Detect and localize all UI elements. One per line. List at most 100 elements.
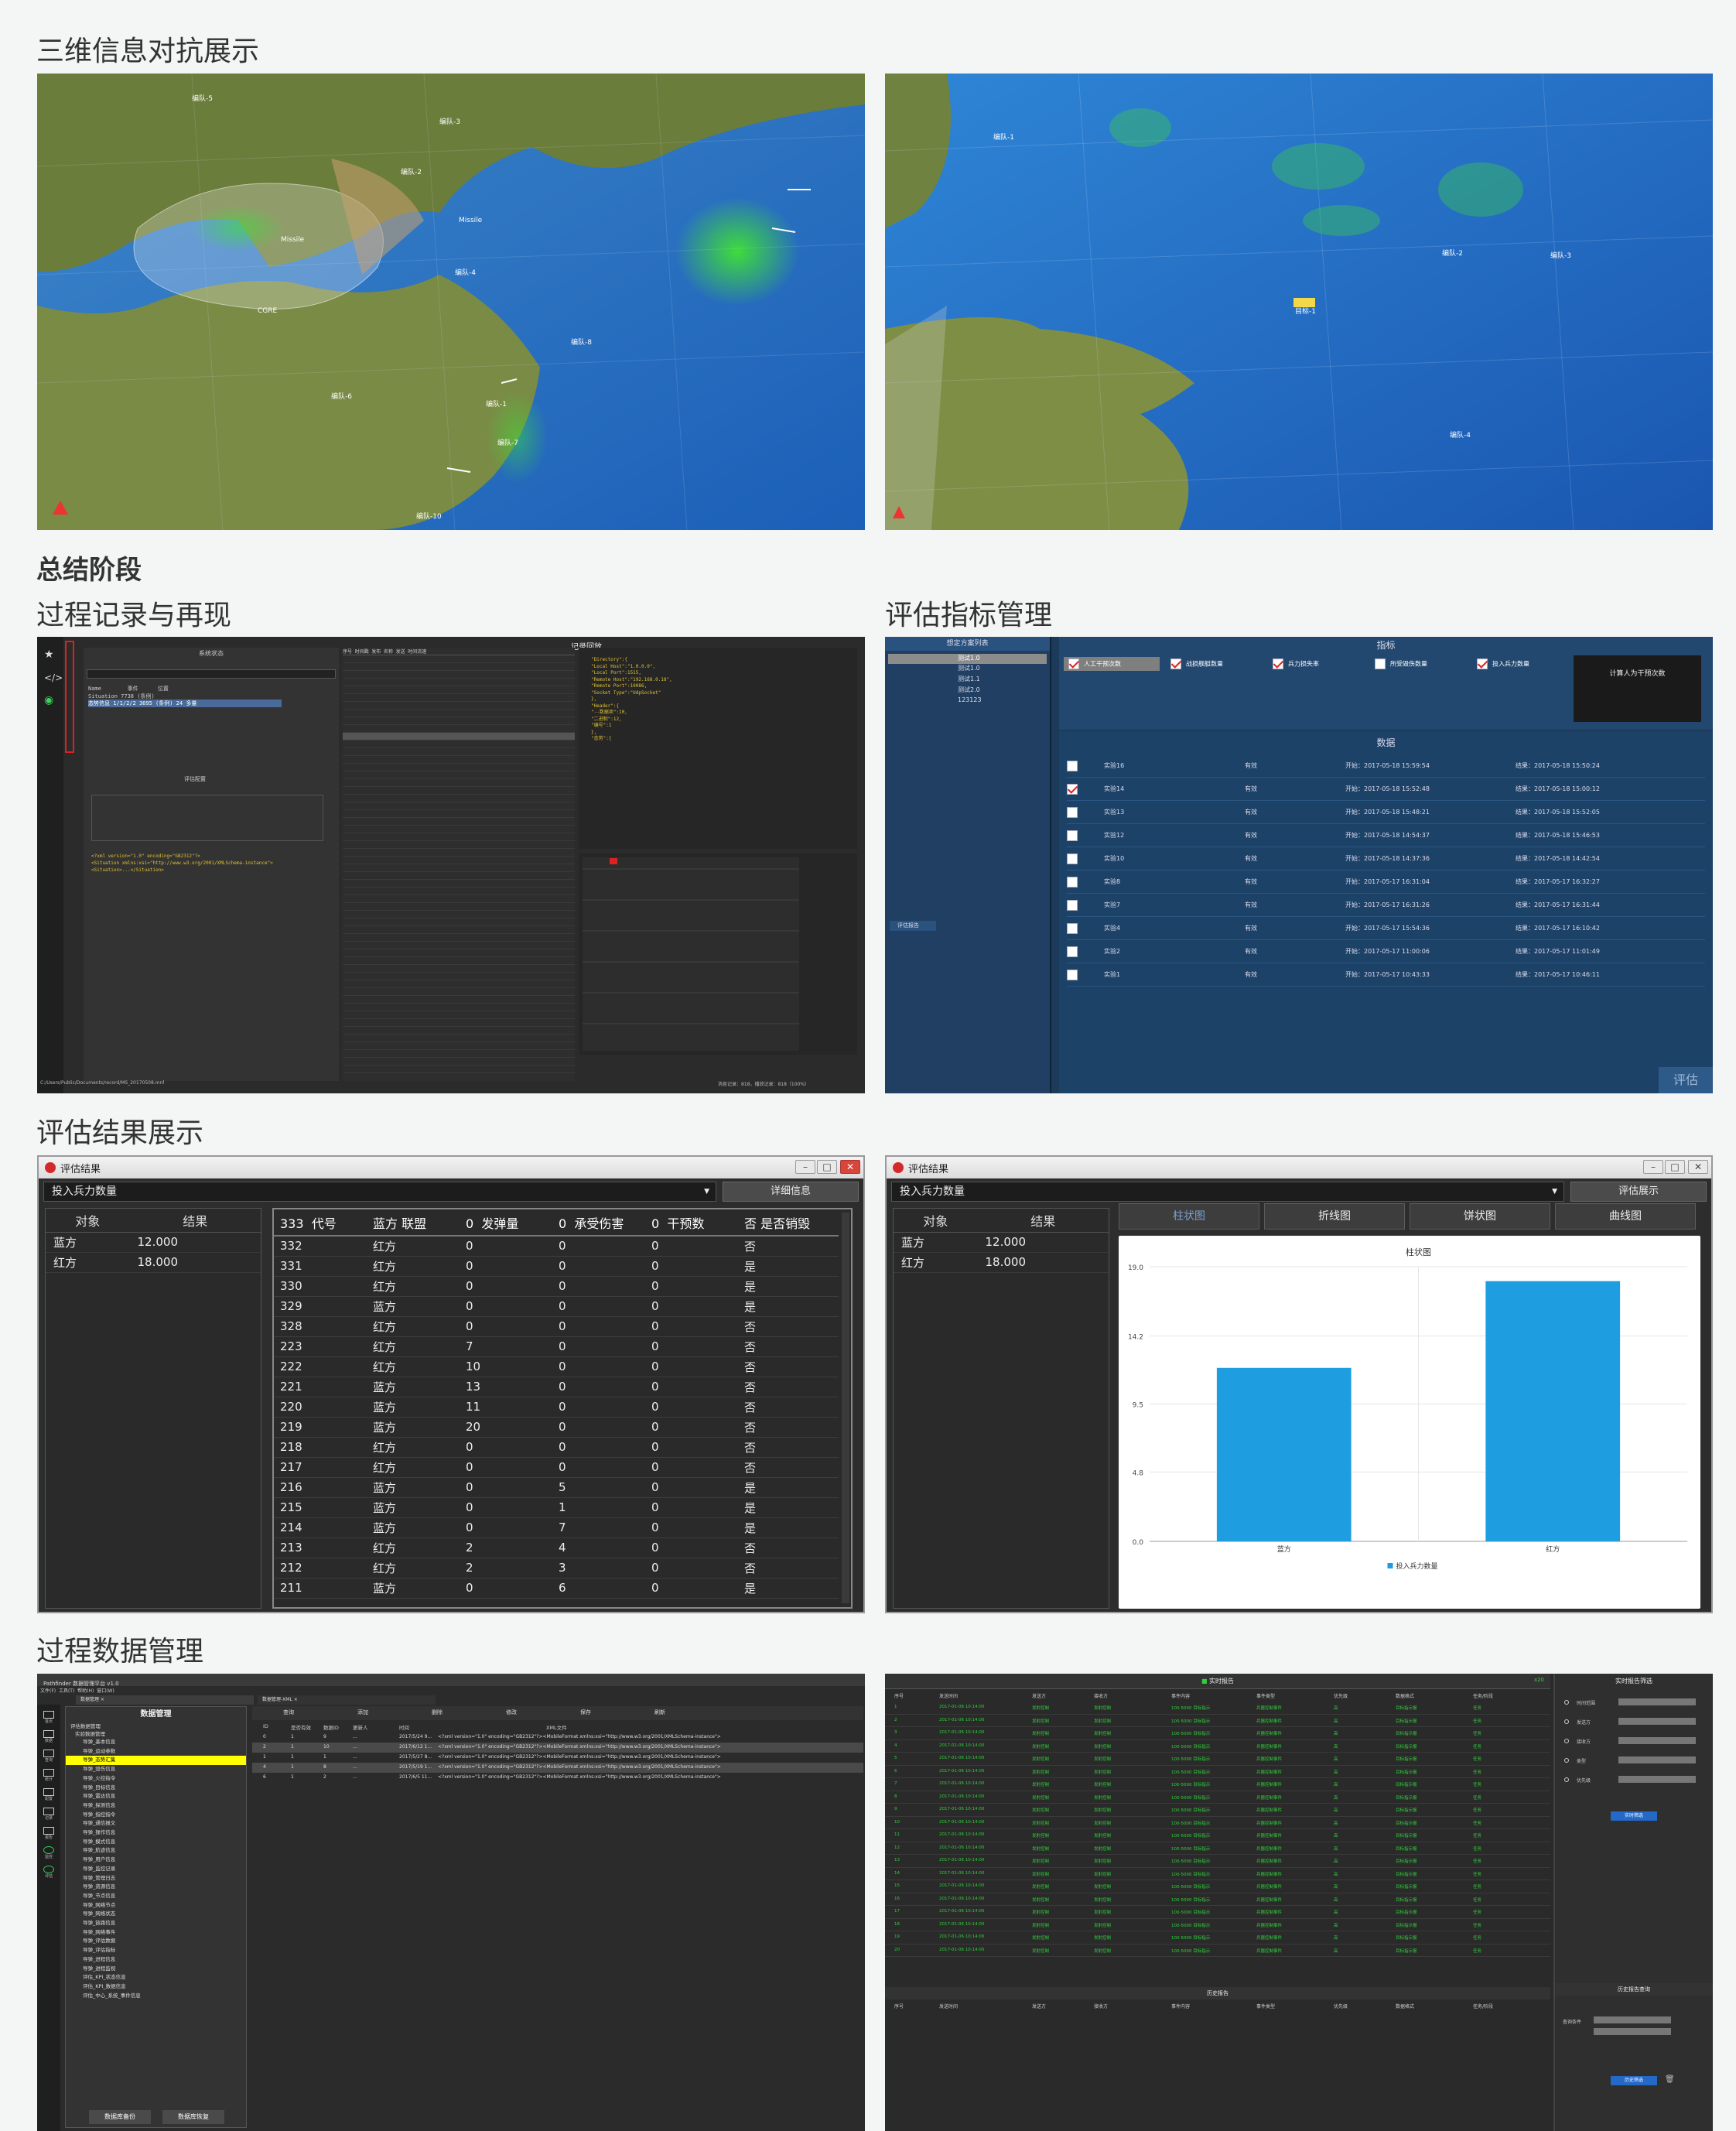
record-row[interactable] <box>343 895 575 903</box>
report-row[interactable]: 10 2017-01-06 10:14:00 发射控制 发射控制 100-5000 目标… <box>885 1817 1550 1829</box>
checkbox[interactable] <box>1170 658 1181 669</box>
experiment-row[interactable]: 实验16 有效 开始：2017-05-18 15:59:54 结果：2017-05-1… <box>1067 754 1705 778</box>
checkbox[interactable] <box>1067 761 1078 771</box>
tab-data-xml[interactable]: 数据管理-XML × <box>258 1695 436 1705</box>
record-row[interactable] <box>343 694 575 702</box>
scheme-item[interactable]: 测试1.1 <box>885 675 1050 686</box>
tree-item[interactable]: 评估_KPI_状态信息 <box>66 1973 246 1982</box>
realtime-filter-button[interactable]: 实时筛选 <box>1611 1811 1657 1821</box>
report-row[interactable]: 16 2017-01-06 10:14:00 发射控制 发射控制 100-5000 目标… <box>885 1893 1550 1906</box>
radio-icon[interactable] <box>1564 1700 1569 1705</box>
table-row[interactable]: 328 红方 0 0 0 否 <box>274 1316 839 1337</box>
toolbar-button[interactable]: 保存 <box>580 1709 591 1716</box>
tree-item[interactable]: 评估_KPI_数据信息 <box>66 1982 246 1992</box>
record-row[interactable] <box>343 741 575 748</box>
maximize-button[interactable]: □ <box>1665 1160 1685 1174</box>
report-row[interactable]: 8 2017-01-06 10:14:00 发射控制 发射控制 100-5000 目标指… <box>885 1791 1550 1804</box>
record-row[interactable] <box>343 810 575 818</box>
tree-root[interactable]: 评估数据管理 <box>66 1722 246 1730</box>
record-row[interactable] <box>343 841 575 849</box>
table-row[interactable]: 221 蓝方 13 0 0 否 <box>274 1377 839 1397</box>
record-row[interactable] <box>343 1004 575 1011</box>
close-button[interactable]: ✕ <box>1688 1160 1708 1174</box>
tree-item[interactable]: 导弹_操作信息 <box>66 1828 246 1838</box>
indicator-checkbox[interactable]: 投入兵力数量 <box>1472 657 1534 671</box>
toolbar-button[interactable]: 查询 <box>283 1709 294 1716</box>
filter-select[interactable] <box>1618 1776 1696 1783</box>
tab-data-mgmt[interactable]: 数据管理 × <box>76 1695 254 1705</box>
experiment-row[interactable]: 实验12 有效 开始：2017-05-18 14:54:37 结果：2017-05-1… <box>1067 824 1705 847</box>
tab-pie-chart[interactable]: 饼状图 <box>1410 1203 1550 1230</box>
table-row[interactable]: 217 红方 0 0 0 否 <box>274 1457 839 1478</box>
record-row[interactable] <box>343 686 575 694</box>
scheme-item[interactable]: 测试2.0 <box>885 686 1050 696</box>
record-row[interactable] <box>343 926 575 934</box>
table-row[interactable]: 6 1 2... 2017/6/5 11... <?xml version="1.0" … <box>252 1773 863 1783</box>
experiment-row[interactable]: 实验13 有效 开始：2017-05-18 15:48:21 结果：2017-05-1… <box>1067 801 1705 824</box>
checkbox[interactable] <box>1067 923 1078 934</box>
table-row[interactable]: 222 红方 10 0 0 否 <box>274 1356 839 1377</box>
record-row[interactable] <box>343 655 575 663</box>
bar[interactable] <box>1216 1367 1352 1541</box>
table-row[interactable]: 330 红方 0 0 0 是 <box>274 1276 839 1297</box>
close-button[interactable]: ✕ <box>840 1160 860 1174</box>
report-row[interactable]: 18 2017-01-06 10:14:00 发射控制 发射控制 100-5000 目标… <box>885 1919 1550 1931</box>
db-backup-button[interactable]: 数据库备份 <box>89 2110 151 2124</box>
report-row[interactable]: 9 2017-01-06 10:14:00 发射控制 发射控制 100-5000 目标指… <box>885 1804 1550 1817</box>
record-row[interactable] <box>343 710 575 717</box>
tree-item[interactable]: 导弹_毁伤信息 <box>66 1765 246 1774</box>
toolbar-button[interactable]: 刷新 <box>654 1709 665 1716</box>
side-nav-item[interactable]: 报告 <box>40 1827 57 1840</box>
record-row[interactable] <box>343 980 575 988</box>
table-row[interactable]: 215 蓝方 0 1 0 是 <box>274 1497 839 1518</box>
record-row[interactable] <box>343 826 575 833</box>
menu-window[interactable]: 窗口(W) <box>97 1688 114 1694</box>
side-nav-item[interactable]: 记录 <box>40 1808 57 1821</box>
record-row[interactable] <box>343 671 575 679</box>
checkbox[interactable] <box>1375 658 1386 669</box>
checkbox[interactable] <box>1067 946 1078 957</box>
record-row[interactable] <box>343 679 575 686</box>
tree-item[interactable]: 导弹_链路信息 <box>66 1919 246 1928</box>
report-row[interactable]: 20 2017-01-06 10:14:00 发射控制 发射控制 100-5000 目标… <box>885 1945 1550 1957</box>
report-row[interactable]: 14 2017-01-06 10:14:00 发射控制 发射控制 100-5000 目标… <box>885 1868 1550 1880</box>
report-row[interactable]: 4 2017-01-06 10:14:00 发射控制 发射控制 100-5000 目标指… <box>885 1740 1550 1753</box>
table-row[interactable]: 214 蓝方 0 7 0 是 <box>274 1517 839 1538</box>
report-row[interactable]: 1 2017-01-06 10:14:00 发射控制 发射控制 100-5000 目标指… <box>885 1702 1550 1715</box>
side-nav-item[interactable]: 查询 <box>40 1750 57 1763</box>
menu-tools[interactable]: 工具(T) <box>59 1688 74 1694</box>
history-filter-button[interactable]: 历史筛选 <box>1611 2076 1657 2085</box>
table-row[interactable]: 0 1 9... 2017/5/24 9... <?xml version="1.0" … <box>252 1733 863 1743</box>
trash-icon[interactable]: 🗑 <box>1665 2075 1675 2084</box>
table-row[interactable]: 红方 18.000 <box>46 1252 261 1273</box>
report-row[interactable]: 11 2017-01-06 10:14:00 发射控制 发射控制 100-5000 目标… <box>885 1829 1550 1842</box>
table-row[interactable]: 1 1 1... 2017/5/27 8... <?xml version="1.0" … <box>252 1753 863 1763</box>
tree-item[interactable]: 导弹_网络状态 <box>66 1910 246 1919</box>
experiment-row[interactable]: 实验7 有效 开始：2017-05-17 16:31:26 结果：2017-05-17… <box>1067 894 1705 917</box>
tree-item[interactable]: 导弹_进程信息 <box>66 1955 246 1965</box>
map-view-1[interactable]: 编队-5 编队-3 编队-2 Missile Missile CGRE 编队-8… <box>37 74 865 530</box>
record-table[interactable]: 序号 时间戳 发布 名称 发送 时间流速 <box>343 648 575 1081</box>
tree-item[interactable]: 导弹_基本信息 <box>66 1738 246 1747</box>
table-row[interactable]: 蓝方 12.000 <box>894 1232 1109 1253</box>
record-row[interactable] <box>343 934 575 942</box>
indicator-checkbox[interactable]: 战损舰艇数量 <box>1166 657 1228 671</box>
tree-item[interactable]: 导弹_态势汇集 <box>66 1756 246 1766</box>
table-row[interactable]: 331 红方 0 0 0 是 <box>274 1256 839 1277</box>
tree-item[interactable]: 导弹_雷达信息 <box>66 1792 246 1801</box>
radio-icon[interactable] <box>1564 1777 1569 1782</box>
report-row[interactable]: 17 2017-01-06 10:14:00 发射控制 发射控制 100-5000 目标… <box>885 1906 1550 1919</box>
eval-report-button[interactable]: 评估报告 <box>890 921 936 931</box>
checkbox[interactable] <box>1067 853 1078 864</box>
record-row[interactable] <box>343 717 575 725</box>
tree-item[interactable]: 导弹_火控指令 <box>66 1774 246 1784</box>
record-row[interactable] <box>343 748 575 756</box>
indicator-checkbox[interactable]: 所受毁伤数量 <box>1370 657 1432 671</box>
tree-item[interactable]: 导弹_航迹信息 <box>66 1846 246 1856</box>
report-row[interactable]: 6 2017-01-06 10:14:00 发射控制 发射控制 100-5000 目标指… <box>885 1766 1550 1778</box>
side-nav-item[interactable]: 首页 <box>40 1711 57 1724</box>
report-row[interactable]: 2 2017-01-06 10:14:00 发射控制 发射控制 100-5000 目标指… <box>885 1715 1550 1727</box>
table-row[interactable]: 218 红方 0 0 0 否 <box>274 1437 839 1458</box>
checkbox[interactable] <box>1067 900 1078 911</box>
map-3d-scene-2[interactable] <box>885 74 1713 530</box>
